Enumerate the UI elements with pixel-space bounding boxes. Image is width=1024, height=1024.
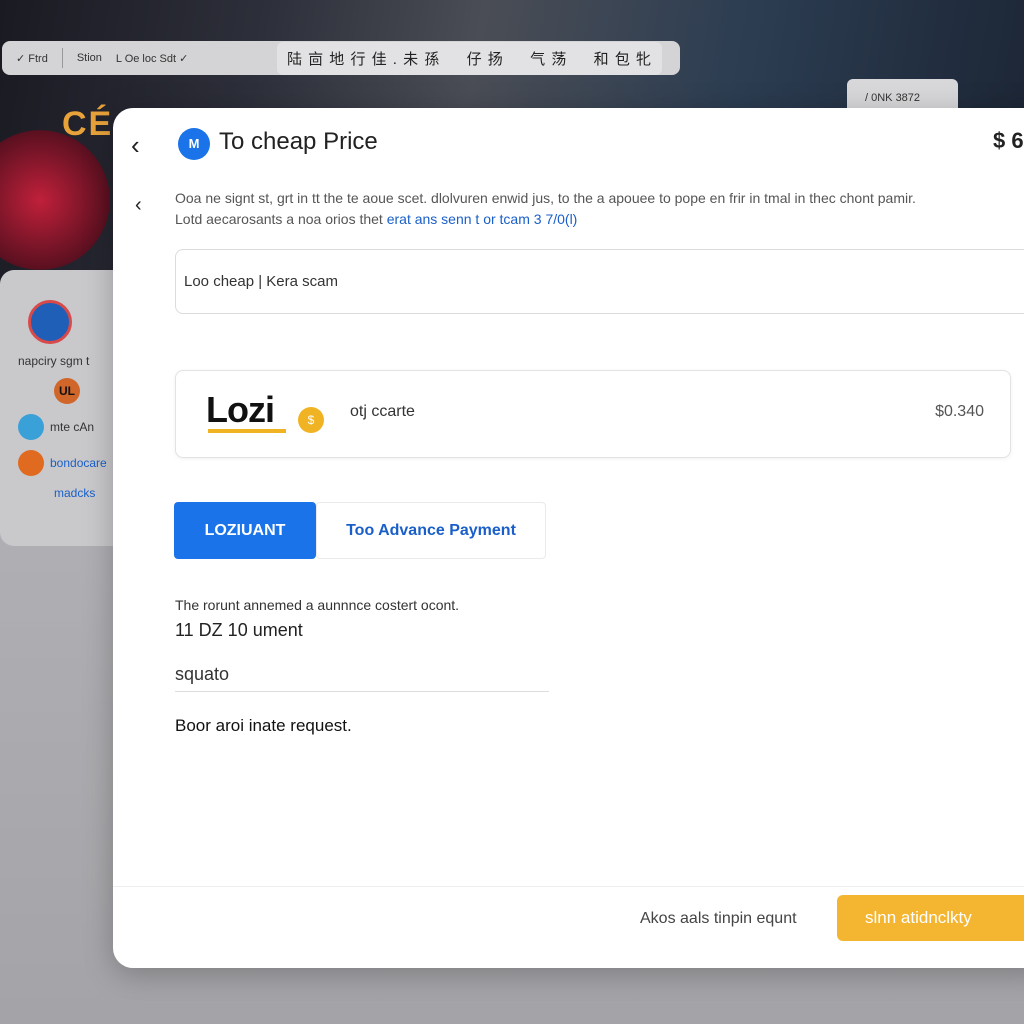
- price-dialog: ‹ M To cheap Price $ 6 ‹ Ooa ne signt st…: [113, 108, 1024, 968]
- request-note: Boor aroi inate request.: [175, 716, 352, 735]
- footer-link[interactable]: Akos aals tinpin equnt: [640, 910, 797, 928]
- avatar: [28, 300, 72, 344]
- logo-underline: [208, 429, 286, 433]
- option-price: $0.340: [935, 403, 984, 420]
- toolbar-item[interactable]: ✓ Ftrd: [16, 52, 48, 65]
- text-field[interactable]: [175, 658, 549, 692]
- divider: [113, 886, 1024, 887]
- amount-label: The rorunt annemed a aunnnce costert oco…: [175, 597, 460, 613]
- background-sign: CÉ: [62, 105, 114, 143]
- dialog-title: To cheap Price: [219, 128, 378, 155]
- payment-option[interactable]: Lozi $ otj ccarte $0.340: [175, 370, 1011, 458]
- payment-tabs: LOZIUANT Too Advance Payment: [174, 502, 546, 559]
- divider: [61, 48, 63, 68]
- list-item-label: napciry sgm t: [18, 354, 90, 368]
- toolbar-banner: 陆 㐭 地 行 佳 . 未 孫 仔 扬 气 荡 和 包 牝: [276, 41, 662, 75]
- option-label: otj ccarte: [350, 403, 415, 420]
- background-toolbar: ✓ Ftrd Stion L Oe loc Sdt ✓ 陆 㐭 地 行 佳 . …: [2, 41, 680, 75]
- list-item-label: bondocare: [50, 456, 107, 470]
- lozi-logo: Lozi: [206, 389, 275, 430]
- app-icon: [18, 450, 44, 476]
- tab-advance-payment[interactable]: Too Advance Payment: [316, 502, 546, 559]
- toolbar-item[interactable]: Stion: [77, 52, 102, 64]
- badge: UL: [54, 378, 80, 404]
- coin-icon: $: [298, 407, 324, 433]
- toolbar-item[interactable]: L Oe loc Sdt ✓: [116, 52, 188, 65]
- list-item-label: madcks: [54, 486, 96, 500]
- app-icon: [18, 414, 44, 440]
- brand-icon: M: [178, 128, 210, 160]
- description-link[interactable]: erat ans senn t or tcam 3 7/0(l): [387, 211, 578, 227]
- amount-value: 11 DZ 10 ument: [175, 620, 303, 640]
- price-display: $ 6: [993, 128, 1024, 153]
- list-item-label: mte cAn: [50, 420, 95, 434]
- submit-button[interactable]: slnn atidnclkty: [837, 895, 1024, 941]
- search-input[interactable]: [175, 249, 1024, 314]
- arrow-icon: ‹: [135, 194, 142, 216]
- chevron-left-icon[interactable]: ‹: [131, 130, 140, 161]
- tab-lozi[interactable]: LOZIUANT: [174, 502, 316, 559]
- description: Ooa ne signt st, grt in tt the te aoue s…: [175, 188, 935, 230]
